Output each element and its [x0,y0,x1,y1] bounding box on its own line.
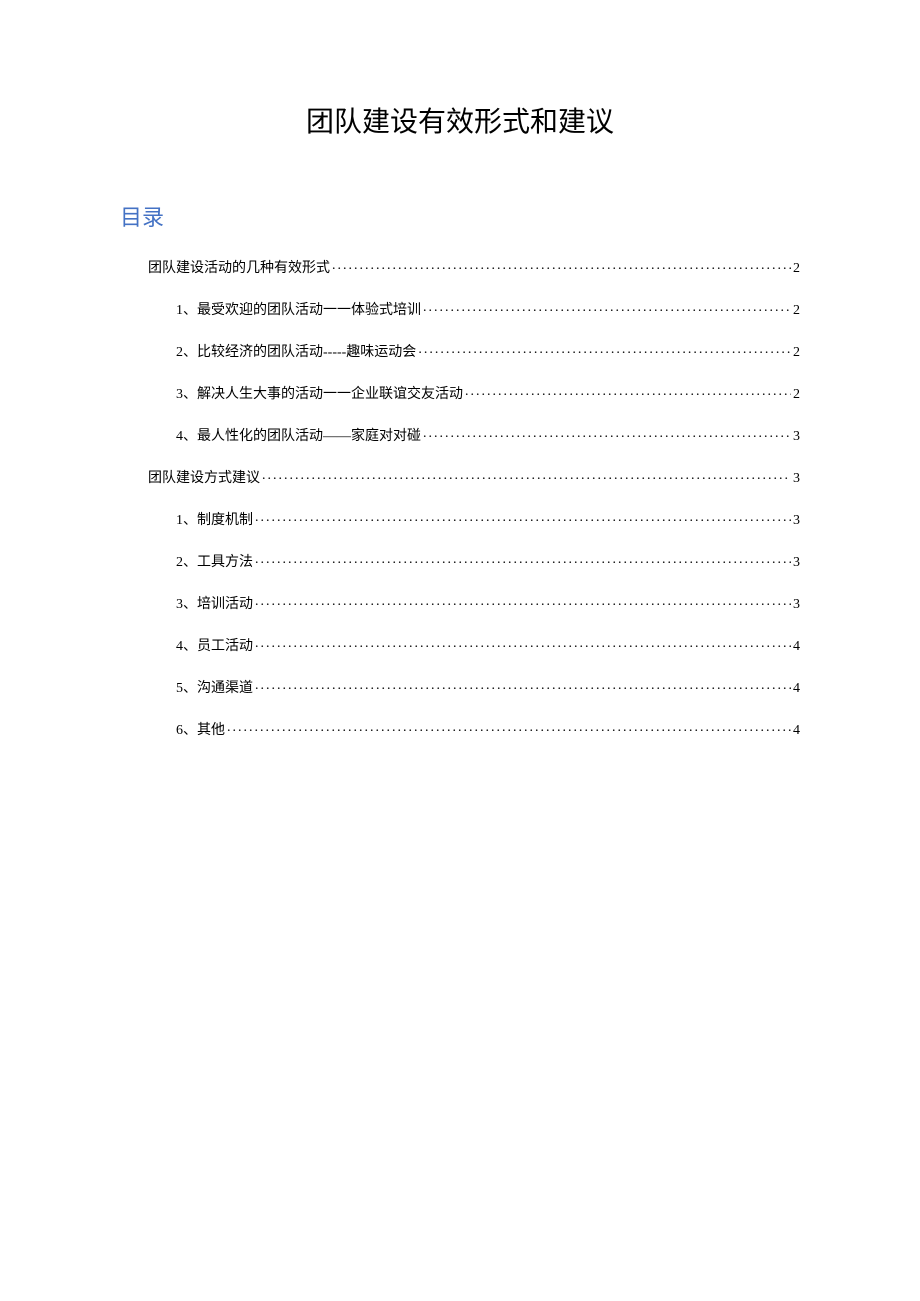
toc-entry[interactable]: 3、解决人生大事的活动一一企业联谊交友活动 2 [120,383,800,403]
toc-entry-label: 5、沟通渠道 [176,677,253,697]
toc-dots [423,300,791,314]
toc-dots [227,720,791,734]
toc-entry-page: 2 [793,345,800,361]
toc-entry-label: 3、解决人生大事的活动一一企业联谊交友活动 [176,383,463,403]
toc-entry-page: 2 [793,303,800,319]
toc-entry-label: 1、制度机制 [176,509,253,529]
toc-entry-label: 6、其他 [176,719,225,739]
page-title: 团队建设有效形式和建议 [120,100,800,140]
toc-entry[interactable]: 1、最受欢迎的团队活动一一体验式培训 2 [120,299,800,319]
toc-entry[interactable]: 2、工具方法 3 [120,551,800,571]
toc-entry-page: 3 [793,429,800,445]
toc-entry-page: 3 [793,597,800,613]
toc-dots [255,678,791,692]
toc-entry[interactable]: 4、员工活动 4 [120,635,800,655]
toc-entry-label: 4、员工活动 [176,635,253,655]
toc-entry[interactable]: 团队建设活动的几种有效形式 2 [120,257,800,277]
toc-entry[interactable]: 团队建设方式建议 3 [120,467,800,487]
toc-entry[interactable]: 5、沟通渠道 4 [120,677,800,697]
toc-entry-label: 3、培训活动 [176,593,253,613]
toc-entry-page: 4 [793,681,800,697]
toc-dots [255,552,791,566]
toc-entry-page: 2 [793,387,800,403]
toc-heading: 目录 [120,200,800,232]
toc-dots [255,636,791,650]
toc-dots [423,426,791,440]
toc-entry-label: 团队建设活动的几种有效形式 [148,257,330,277]
toc-entry-label: 2、比较经济的团队活动-----趣味运动会 [176,341,416,361]
toc-entry-page: 4 [793,639,800,655]
toc-dots [255,510,791,524]
toc-entry-label: 团队建设方式建议 [148,467,260,487]
toc-dots [332,258,791,272]
toc-entry-page: 3 [793,513,800,529]
toc-entry-page: 2 [793,261,800,277]
toc-dots [465,384,791,398]
toc-list: 团队建设活动的几种有效形式 2 1、最受欢迎的团队活动一一体验式培训 2 2、比… [120,257,800,739]
toc-entry-page: 4 [793,723,800,739]
toc-entry[interactable]: 4、最人性化的团队活动——家庭对对碰 3 [120,425,800,445]
toc-entry[interactable]: 1、制度机制 3 [120,509,800,529]
toc-entry[interactable]: 2、比较经济的团队活动-----趣味运动会 2 [120,341,800,361]
toc-dots [255,594,791,608]
toc-entry-label: 1、最受欢迎的团队活动一一体验式培训 [176,299,421,319]
toc-entry[interactable]: 3、培训活动 3 [120,593,800,613]
toc-entry[interactable]: 6、其他 4 [120,719,800,739]
toc-dots [262,468,791,482]
toc-entry-page: 3 [793,555,800,571]
toc-entry-label: 2、工具方法 [176,551,253,571]
toc-dots [418,342,791,356]
toc-entry-page: 3 [793,471,800,487]
toc-entry-label: 4、最人性化的团队活动——家庭对对碰 [176,425,421,445]
